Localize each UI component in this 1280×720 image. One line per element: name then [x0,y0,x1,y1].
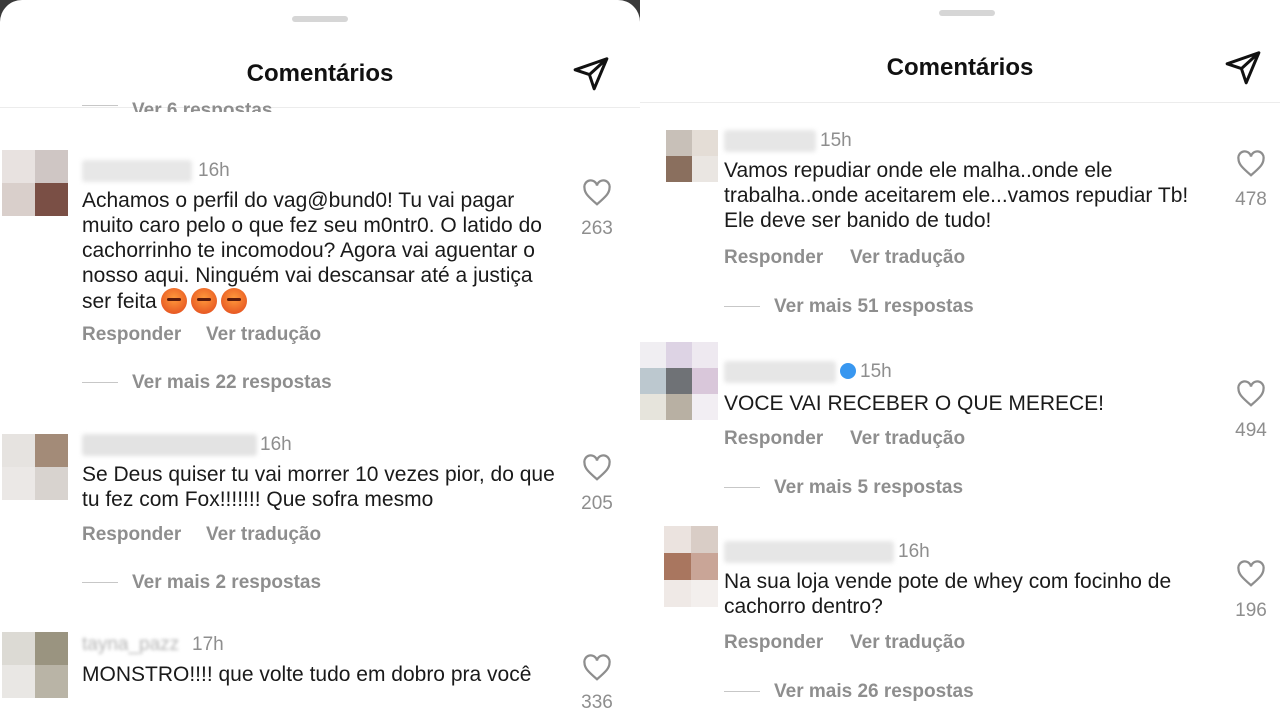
replies-divider [724,306,760,307]
username-blurred[interactable] [82,434,257,456]
drag-handle[interactable] [292,16,348,22]
avatar[interactable] [666,130,718,182]
like-count: 196 [1235,600,1267,621]
drag-handle[interactable] [939,10,995,16]
heart-icon[interactable] [1236,150,1266,178]
view-more-replies[interactable]: Ver mais 51 respostas [774,296,974,318]
comment-body: Achamos o perfil do vag@bund0! Tu vai pa… [82,189,542,313]
view-more-replies[interactable]: Ver mais 22 respostas [132,372,332,394]
replies-divider [82,382,118,383]
comment-time: 16h [898,541,930,562]
comment-text: Achamos o perfil do vag@bund0! Tu vai pa… [82,188,562,314]
send-icon[interactable] [1224,48,1262,86]
comment-text: Vamos repudiar onde ele malha..onde ele … [724,159,1189,232]
reply-button[interactable]: Responder [724,247,823,269]
translate-button[interactable]: Ver tradução [206,324,321,346]
replies-divider [82,582,118,583]
page-title: Comentários [246,60,394,87]
right-screenshot: Comentários 15h Vamos repudiar onde ele … [640,0,1280,720]
comments-sheet: Comentários Ver 6 respostas 16h Achamos … [0,0,640,720]
avatar[interactable] [664,526,718,607]
comment-time: 17h [192,634,224,655]
comment-text: VOCE VAI RECEBER O QUE MERECE! [724,392,1105,415]
comment-meta: 15h [840,361,892,383]
translate-button[interactable]: Ver tradução [206,524,321,546]
page-title: Comentários [886,54,1034,81]
username-blurred[interactable]: tayna_pazz [82,634,179,656]
send-icon[interactable] [572,54,610,92]
like-count: 478 [1235,189,1267,210]
view-more-replies[interactable]: Ver mais 5 respostas [774,477,963,499]
comment-time: 15h [820,130,852,151]
view-more-replies[interactable]: Ver mais 2 respostas [132,572,321,594]
avatar[interactable] [2,150,68,216]
angry-emoji-icon [220,288,247,314]
username-blurred[interactable] [724,130,816,152]
comment-text: Na sua loja vende pote de whey com focin… [724,570,1172,618]
username-blurred[interactable] [724,361,836,383]
angry-emoji-icon [190,288,217,314]
like-count: 263 [581,218,613,239]
comment-time: 15h [860,361,892,382]
reply-button[interactable]: Responder [724,632,823,654]
heart-icon[interactable] [582,654,612,682]
reply-button[interactable]: Responder [82,524,181,546]
avatar[interactable] [2,632,68,698]
verified-badge-icon [840,363,856,379]
reply-button[interactable]: Responder [724,428,823,450]
avatar[interactable] [2,434,68,500]
replies-divider [82,105,118,106]
comment-text: Se Deus quiser tu vai morrer 10 vezes pi… [82,463,555,511]
comment-text: MONSTRO!!!! que volte tudo em dobro pra … [82,663,532,686]
comments-sheet: Comentários 15h Vamos repudiar onde ele … [640,0,1280,720]
translate-button[interactable]: Ver tradução [850,428,965,450]
comment-time: 16h [198,160,230,181]
replies-divider [724,691,760,692]
view-more-replies[interactable]: Ver mais 26 respostas [774,681,974,703]
header-divider [0,107,640,108]
like-count: 494 [1235,420,1267,441]
translate-button[interactable]: Ver tradução [850,247,965,269]
reply-button[interactable]: Responder [82,324,181,346]
translate-button[interactable]: Ver tradução [850,632,965,654]
replies-divider [724,487,760,488]
view-replies-partial[interactable]: Ver 6 respostas [132,98,272,112]
comment-time: 16h [260,434,292,455]
header-divider [640,102,1280,103]
like-count: 336 [581,692,613,713]
username-blurred[interactable] [82,160,192,182]
like-count: 205 [581,493,613,514]
avatar[interactable] [640,342,718,420]
heart-icon[interactable] [1236,560,1266,588]
username-blurred[interactable] [724,541,894,563]
heart-icon[interactable] [582,179,612,207]
angry-emoji-icon [160,288,187,314]
left-screenshot: Comentários Ver 6 respostas 16h Achamos … [0,0,640,720]
heart-icon[interactable] [1236,380,1266,408]
heart-icon[interactable] [582,454,612,482]
